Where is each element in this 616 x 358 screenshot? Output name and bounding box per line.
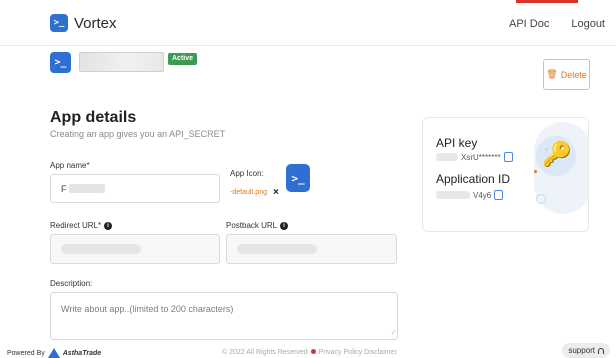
top-nav: API Doc Logout (509, 18, 605, 30)
app-icon-label-text: App Icon: (230, 169, 264, 178)
decor-dot (534, 170, 537, 173)
app-id-text: V4y6 (473, 190, 492, 200)
status-badge: Active (168, 53, 198, 65)
app-icon-label: App Icon: (230, 169, 264, 178)
info-icon[interactable]: i (280, 221, 289, 230)
copyright-text: © 2022 All Rights Reserved (222, 349, 308, 356)
postback-url-input[interactable] (226, 234, 397, 264)
description-textarea[interactable]: Write about app..(limited to 200 charact… (50, 292, 398, 340)
icon-file-name: -default.png (230, 189, 267, 196)
redirect-url-input[interactable] (50, 234, 220, 264)
remove-icon-button[interactable]: × (273, 187, 279, 198)
privacy-policy-link[interactable]: Privacy Policy (319, 349, 363, 356)
app-icon-file: -default.png × (230, 187, 279, 198)
key-icon: 🔑 (542, 141, 572, 168)
delete-button-label: Delete (560, 69, 587, 80)
app-name-redacted (79, 52, 164, 72)
credentials-card: 🔑 API key XsrU******* Application ID V4y… (422, 117, 589, 232)
app-id-title: Application ID (436, 172, 511, 186)
app-name-label: App name* (50, 161, 90, 170)
footer: Powered By AsthaTrade © 2022 All Rights … (0, 343, 616, 358)
app-id-redacted (436, 191, 470, 199)
delete-button[interactable]: 🗑 Delete (543, 59, 590, 90)
redirect-url-label-text: Redirect URL* (50, 221, 102, 230)
app-avatar-icon: >_ (50, 52, 71, 73)
page-title: App details (50, 109, 137, 126)
terminal-logo-icon: >_ (50, 14, 68, 32)
postback-url-label: Postback URL i (226, 221, 289, 230)
api-doc-link[interactable]: API Doc (509, 18, 549, 30)
resize-handle-icon[interactable]: ∕ (393, 330, 394, 337)
description-label-text: Description: (50, 279, 93, 288)
api-key-title: API key (436, 136, 478, 150)
disclaimer-link[interactable]: Disclaimer (364, 349, 397, 356)
copy-icon[interactable] (503, 152, 513, 162)
company-name: AsthaTrade (62, 349, 102, 357)
top-bar: >_ Vortex API Doc Logout (0, 0, 616, 46)
top-red-strip (516, 0, 578, 3)
api-key-text: XsrU******* (461, 152, 501, 162)
app-id-value: V4y6 (436, 190, 504, 200)
redirect-url-label: Redirect URL* i (50, 221, 113, 230)
decor-dot (545, 148, 548, 151)
trash-icon: 🗑 (546, 69, 558, 79)
postback-url-redacted (237, 244, 317, 254)
support-button[interactable]: support (562, 343, 610, 358)
description-placeholder: Write about app..(limited to 200 charact… (61, 304, 234, 314)
postback-url-label-text: Postback URL (226, 221, 278, 230)
app-name-label-text: App name* (50, 161, 90, 170)
app-name-input[interactable]: F (50, 174, 220, 203)
footer-links: © 2022 All Rights Reserved Privacy Polic… (222, 349, 397, 356)
api-key-value: XsrU******* (436, 152, 513, 162)
app-name-value: F (61, 183, 67, 194)
decor-ring (536, 194, 546, 204)
page-subtitle: Creating an app gives you an API_SECRET (50, 129, 226, 139)
powered-by[interactable]: Powered By AsthaTrade (7, 348, 101, 358)
asthatrade-logo-icon (47, 348, 60, 358)
brand[interactable]: >_ Vortex (50, 14, 117, 32)
app-icon-preview[interactable]: >_ (286, 164, 310, 192)
logout-link[interactable]: Logout (571, 18, 605, 30)
app-name-redacted-part (68, 184, 105, 193)
info-icon[interactable]: i (104, 221, 113, 230)
copy-icon[interactable] (494, 190, 504, 200)
support-label: support (568, 346, 595, 355)
description-label: Description: (50, 279, 92, 288)
brand-name: Vortex (74, 14, 117, 32)
api-key-redacted (436, 153, 458, 161)
powered-by-text: Powered By (7, 349, 45, 357)
privacy-dot-icon (310, 349, 316, 354)
redirect-url-redacted (61, 244, 141, 254)
headset-icon (598, 347, 604, 354)
